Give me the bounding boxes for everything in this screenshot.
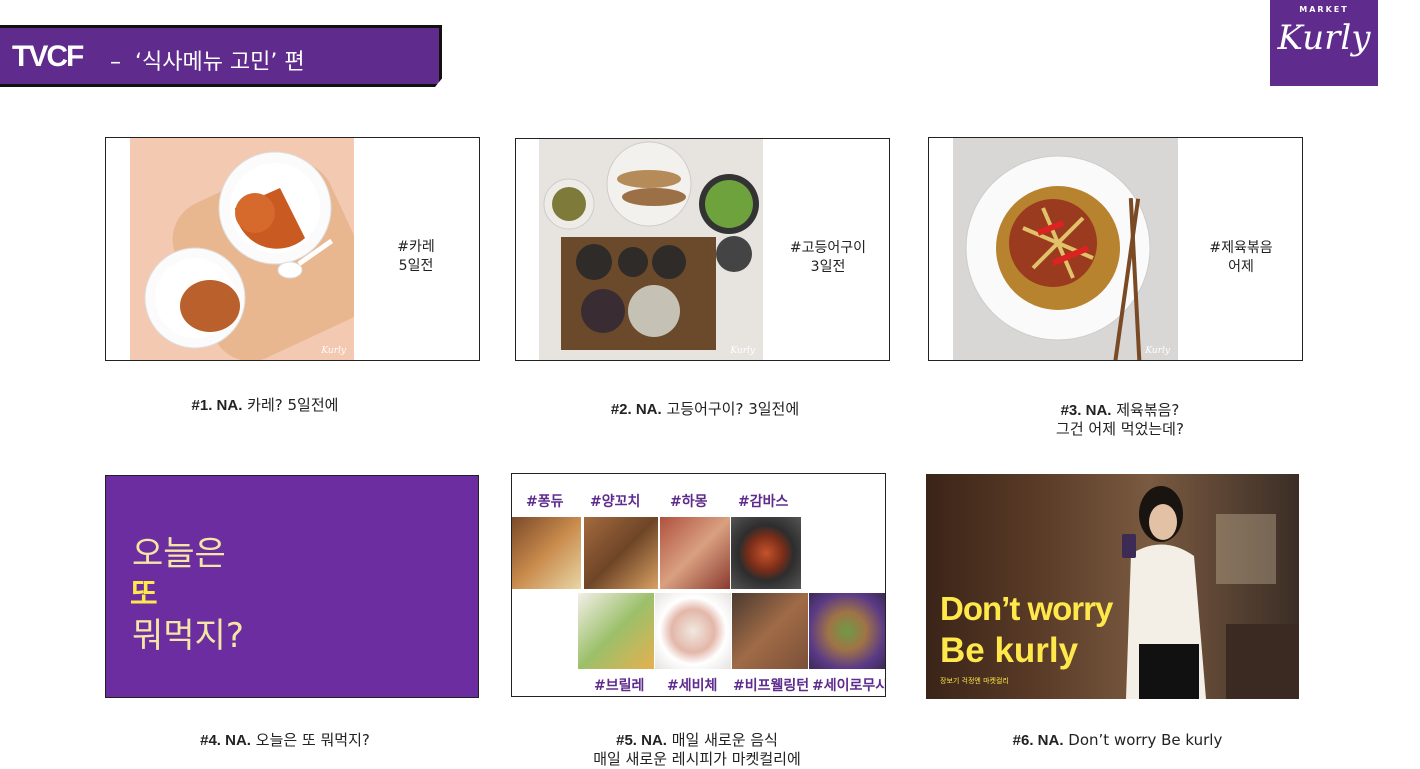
photo-watermark: Kurly	[730, 346, 755, 356]
tag-gambas: #감바스	[738, 494, 789, 510]
scene-5-caption: #5. NA. 매일 새로운 음식 매일 새로운 레시피가 마켓컬리에	[567, 731, 827, 769]
logo-market-text: MARKET	[1299, 5, 1349, 14]
caption-text: 그건 어제 먹었는데?	[1056, 420, 1184, 438]
food-tile-gambas	[731, 517, 801, 589]
tag-jamon: #하몽	[670, 494, 708, 510]
side-line: 5일전	[398, 258, 434, 274]
food-tile-fondue	[512, 517, 581, 589]
caption-label: #1. NA.	[191, 397, 243, 414]
caption-text: 매일 새로운 레시피가 마켓컬리에	[593, 750, 801, 768]
caption-label: #3. NA.	[1060, 402, 1112, 419]
title-banner: TVCF – ‘식사메뉴 고민’ 편	[0, 25, 442, 87]
scene-2-caption: #2. NA. 고등어구이? 3일전에	[585, 400, 825, 419]
caption-label: #2. NA.	[610, 401, 662, 418]
caption-text: 고등어구이? 3일전에	[666, 400, 800, 418]
photo-watermark: Kurly	[321, 346, 346, 356]
fish-meal-photo: Kurly	[539, 139, 763, 360]
scene-4-panel: 오늘은 또 뭐먹지?	[105, 475, 479, 698]
scene-1-frame: Kurly #카레 5일전	[105, 137, 480, 361]
market-kurly-logo: MARKET Kurly	[1270, 0, 1378, 86]
panel-line-2: 또	[130, 577, 158, 612]
side-line: 어제	[1228, 259, 1254, 275]
scene-3-frame: Kurly #제육볶음 어제	[928, 137, 1303, 361]
tag-ceviche: #세비체	[667, 678, 718, 694]
panel-line-3: 뭐먹지?	[132, 616, 244, 656]
scene-3-side-text: #제육볶음 어제	[1191, 239, 1291, 277]
caption-text: Don’t worry Be kurly	[1068, 731, 1223, 749]
scene-2-frame: Kurly #고등어구이 3일전	[515, 138, 890, 361]
scene-1-caption: #1. NA. 카레? 5일전에	[150, 396, 380, 415]
food-tile-wellington	[732, 593, 808, 669]
caption-label: #6. NA.	[1012, 732, 1064, 749]
side-line: #카레	[397, 239, 435, 255]
banner-title: TVCF	[12, 40, 84, 73]
jeyuk-photo: Kurly	[953, 138, 1178, 360]
tag-fondue: #퐁듀	[526, 494, 564, 510]
caption-label: #4. NA.	[200, 732, 251, 749]
scene-6-ad: Don’t worry Be kurly 장보기 걱정엔 마켓컬리	[926, 474, 1299, 699]
scene-3-caption: #3. NA. 제육볶음? 그건 어제 먹었는데?	[1020, 401, 1220, 439]
food-tile-seiromushi	[809, 593, 885, 669]
scene-5-frame: #퐁듀 #양꼬치 #하몽 #감바스 #브릴레 #세비체 #비프웰링턴 #세이로무…	[511, 473, 886, 697]
caption-text: 제육볶음?	[1116, 401, 1180, 419]
food-tile-ceviche	[655, 593, 731, 669]
ad-headline-2: Be kurly	[940, 631, 1079, 670]
side-line: 3일전	[810, 259, 846, 275]
tag-yangkkochi: #양꼬치	[590, 494, 641, 510]
side-line: #제육볶음	[1209, 240, 1273, 256]
curry-photo: Kurly	[130, 138, 373, 360]
tag-brulee: #브릴레	[594, 678, 645, 694]
caption-text: 카레? 5일전에	[247, 396, 339, 414]
food-tile-yangkkochi	[584, 517, 658, 589]
ad-headline-1: Don’t worry	[940, 590, 1113, 627]
caption-text: 매일 새로운 음식	[671, 731, 778, 749]
tag-seiromushi: #세이로무시	[812, 678, 886, 694]
caption-label: #5. NA.	[616, 732, 667, 749]
scene-4-caption: #4. NA. 오늘은 또 뭐먹지?	[180, 731, 390, 750]
scene-6-caption: #6. NA. Don’t worry Be kurly	[1000, 731, 1235, 750]
panel-line-1: 오늘은	[132, 534, 226, 574]
photo-watermark: Kurly	[1145, 346, 1170, 356]
logo-kurly-text: Kurly	[1277, 18, 1371, 58]
side-line: #고등어구이	[789, 240, 867, 256]
scene-2-side-text: #고등어구이 3일전	[778, 239, 878, 277]
banner-subtitle: – ‘식사메뉴 고민’ 편	[110, 50, 305, 75]
food-tile-brulee	[578, 593, 654, 669]
scene-1-side-text: #카레 5일전	[381, 238, 451, 276]
ad-tagline: 장보기 걱정엔 마켓컬리	[940, 677, 1009, 685]
tag-wellington: #비프웰링턴	[733, 678, 810, 694]
caption-text: 오늘은 또 뭐먹지?	[255, 731, 370, 749]
food-tile-jamon	[660, 517, 730, 589]
